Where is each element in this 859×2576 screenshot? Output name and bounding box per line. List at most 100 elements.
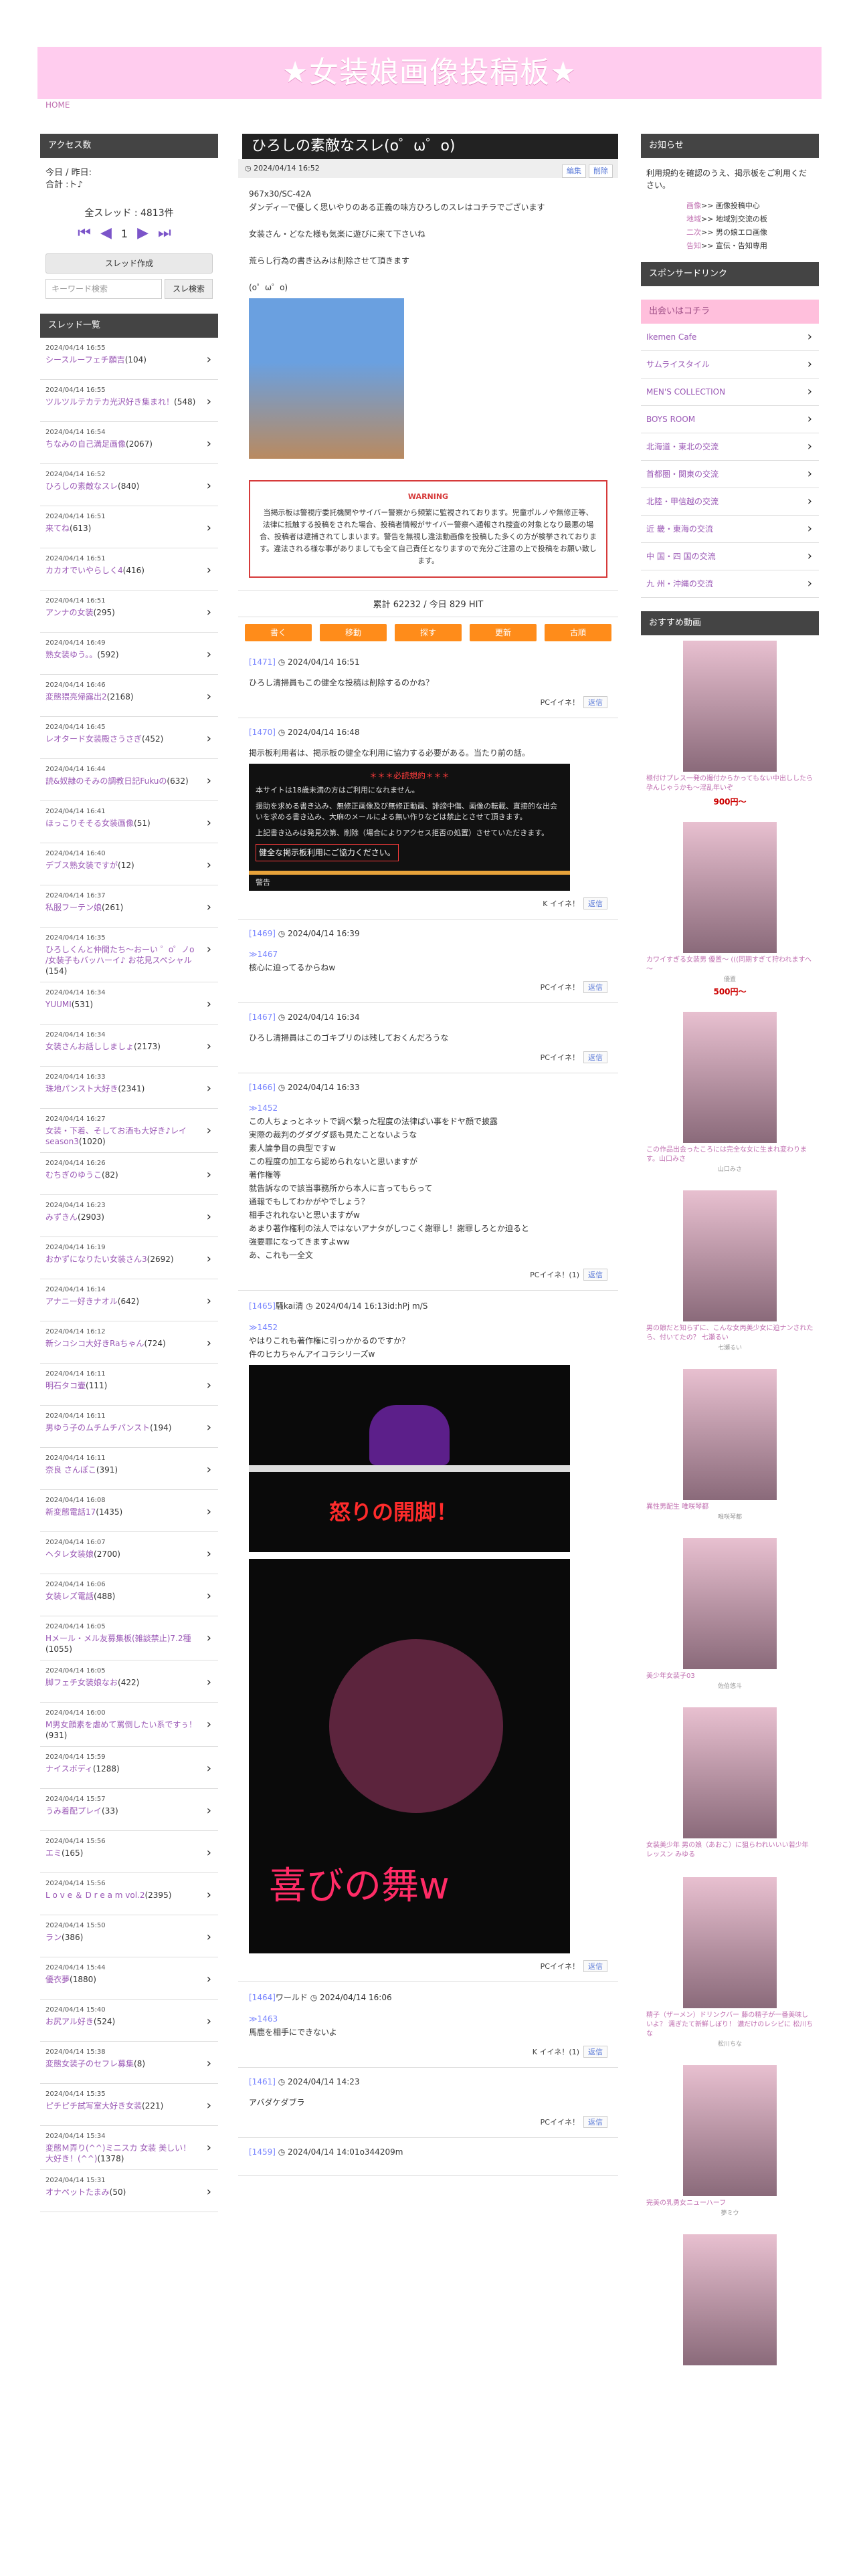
reply-button[interactable]: 返信 [583, 696, 607, 708]
video-item[interactable]: 男の娘だと知らずに、こんな女丙美少女に迫ナンされたら、付いてたの？ 七瀬るい 七瀬… [641, 1185, 819, 1364]
meet-link[interactable]: MEN'S COLLECTION › [641, 379, 819, 406]
list-item[interactable]: 2024/04/14 16:37 私服フーテン娘(261) › [40, 885, 218, 928]
thread-title[interactable]: 新変態電話17(1435) [45, 1507, 198, 1517]
board-key[interactable]: 画像 [686, 201, 701, 210]
video-caption[interactable]: 完美の乳勇女ニューハーフ [646, 2199, 814, 2208]
action-button[interactable]: 更新 [470, 624, 537, 641]
thread-title[interactable]: むちぎのゆうこ(82) [45, 1170, 198, 1180]
thread-title-text[interactable]: ピチピチ試写室大好き女装 [45, 2101, 142, 2111]
action-button[interactable]: 探す [395, 624, 462, 641]
meet-link[interactable]: 中 国・四 国の交流 › [641, 543, 819, 570]
thread-title-text[interactable]: みずきん [45, 1212, 78, 1222]
thread-title-text[interactable]: お尻アル好き [45, 2017, 94, 2026]
edit-button[interactable]: 編集 [562, 165, 586, 178]
board-key[interactable]: 告知 [686, 241, 701, 250]
thread-title-text[interactable]: 女装さんお話ししましょ [45, 1042, 134, 1051]
list-item[interactable]: 2024/04/14 15:34 変態Ｍ弄り(^^)ミニスカ 女装 美しい！ 大好… [40, 2126, 218, 2170]
list-item[interactable]: 2024/04/14 16:51 アンナの女装(295) › [40, 591, 218, 633]
post-number[interactable]: [1461] [249, 2077, 276, 2086]
meet-link-label[interactable]: MEN'S COLLECTION [646, 387, 725, 397]
thread-title-text[interactable]: ラン [45, 1933, 62, 1942]
like-button[interactable]: PCイイネ！ [541, 2118, 579, 2127]
like-button[interactable]: PCイイネ！(1) [530, 1271, 579, 1279]
reply-button[interactable]: 返信 [583, 1960, 607, 1972]
thread-title[interactable]: デブス熟女装ですが(12) [45, 860, 198, 871]
like-button[interactable]: K イイネ！ [543, 899, 579, 908]
list-item[interactable]: 2024/04/14 15:35 ピチピチ試写室大好き女装(221) › [40, 2084, 218, 2126]
video-caption[interactable]: 美少年女装子03 [646, 1672, 814, 1681]
meet-link[interactable]: 九 州・沖縄の交流 › [641, 570, 819, 598]
thread-title-text[interactable]: 私服フーテン娘 [45, 903, 102, 912]
board-key[interactable]: 二次 [686, 228, 701, 237]
next-page-icon[interactable]: ▶ [137, 225, 158, 241]
thread-title-text[interactable]: 明石タコ壷 [45, 1381, 86, 1390]
thread-title[interactable]: 脚フェチ女装娘なお(422) [45, 1677, 198, 1688]
list-item[interactable]: 2024/04/14 16:41 ほっこりそそる女装画像(51) › [40, 801, 218, 843]
post-number[interactable]: [1467] [249, 1012, 276, 1022]
list-item[interactable]: 2024/04/14 16:07 ヘタレ女装娘(2700) › [40, 1532, 218, 1574]
list-item[interactable]: 2024/04/14 16:11 奈良 さんぽこ(391) › [40, 1448, 218, 1490]
list-item[interactable]: 2024/04/14 16:12 新シコシコ大好きRaちゃん(724) › [40, 1321, 218, 1364]
like-button[interactable]: PCイイネ！ [541, 1053, 579, 1062]
post-number[interactable]: [1465] [249, 1301, 276, 1311]
video-thumbnail[interactable] [683, 1190, 777, 1321]
list-item[interactable]: 2024/04/14 16:35 ひろしくんと仲間たち〜おーい ゜ο゜ノo /女装… [40, 928, 218, 982]
list-item[interactable]: 2024/04/14 15:38 変態女装子のセフレ募集(8) › [40, 2042, 218, 2084]
meet-link[interactable]: 北海道・東北の交流 › [641, 433, 819, 461]
video-thumbnail[interactable] [683, 1538, 777, 1669]
list-item[interactable]: 2024/04/14 16:11 明石タコ壷(111) › [40, 1364, 218, 1406]
last-page-icon[interactable]: ⏭ [158, 225, 181, 241]
video-item[interactable]: 極付けプレス一発の撮付からかってもない中出ししたら孕んじゃうかも～淫乱年いぞ 90… [641, 635, 819, 817]
site-title[interactable]: ★女装娘画像投稿板★ [37, 47, 822, 99]
thread-title[interactable]: 読&奴隷のそみの調教日記Fukuの(632) [45, 776, 198, 786]
first-page-icon[interactable]: ⏮ [78, 225, 100, 241]
video-item[interactable]: 精子（ザーメン）ドリンクバー 藤の精子が一番美味しいよ？ 濡ぎたて新鮮しぼり！ … [641, 1872, 819, 2060]
video-item[interactable]: 異性男配生 唯咲琴都 唯咲琴都 [641, 1364, 819, 1533]
topic-photo[interactable] [249, 298, 404, 459]
board-link[interactable]: 画像>> 画像投稿中心 [686, 199, 814, 213]
thread-title-text[interactable]: レオタード女装殿さうさぎ [45, 734, 142, 744]
thread-title-text[interactable]: 女装レズ電話 [45, 1592, 94, 1601]
thread-title[interactable]: 珠地パンスト大好き(2341) [45, 1083, 198, 1094]
thread-title-text[interactable]: 新変態電話17 [45, 1507, 96, 1517]
list-item[interactable]: 2024/04/14 16:11 男ゆう子のムチムチパンスト(194) › [40, 1406, 218, 1448]
video-item[interactable]: カワイすぎる女装男 優置～ (((同期すぎて狩われますへ～ 優置 500円～ [641, 817, 819, 1006]
post-number[interactable]: [1469] [249, 929, 276, 938]
list-item[interactable]: 2024/04/14 16:33 珠地パンスト大好き(2341) › [40, 1067, 218, 1109]
thread-title[interactable]: 新シコシコ大好きRaちゃん(724) [45, 1338, 198, 1349]
thread-title[interactable]: オナペットたまみ(50) [45, 2187, 198, 2197]
meet-link-label[interactable]: 中 国・四 国の交流 [646, 552, 716, 561]
list-item[interactable]: 2024/04/14 16:55 ツルツルテカテカ光沢好き集まれ！(548) › [40, 380, 218, 422]
list-item[interactable]: 2024/04/14 15:31 オナペットたまみ(50) › [40, 2170, 218, 2212]
list-item[interactable]: 2024/04/14 15:56 エミ(165) › [40, 1831, 218, 1873]
meet-link-label[interactable]: 北海道・東北の交流 [646, 442, 719, 451]
thread-title-text[interactable]: L o v e ＆ D r e a m vol.2 [45, 1891, 145, 1900]
list-item[interactable]: 2024/04/14 16:44 読&奴隷のそみの調教日記Fukuの(632) › [40, 759, 218, 801]
list-item[interactable]: 2024/04/14 15:40 お尻アル好き(524) › [40, 2000, 218, 2042]
thread-title[interactable]: 変態Ｍ弄り(^^)ミニスカ 女装 美しい！ 大好き！(^^)(1378) [45, 2143, 198, 2164]
thread-title-text[interactable]: M男女顔素を虐めて罵倒したい系ですぅ！ [45, 1720, 197, 1729]
meet-link-label[interactable]: 近 畿・東海の交流 [646, 524, 713, 534]
thread-title[interactable]: ほっこりそそる女装画像(51) [45, 818, 198, 829]
meet-link[interactable]: 首都圏・関東の交流 › [641, 461, 819, 488]
list-item[interactable]: 2024/04/14 16:26 むちぎのゆうこ(82) › [40, 1153, 218, 1195]
video-thumbnail[interactable] [683, 1877, 777, 2008]
video-thumbnail[interactable] [683, 641, 777, 772]
thread-title[interactable]: YUUMI(531) [45, 999, 198, 1010]
like-button[interactable]: K イイネ！(1) [533, 2048, 579, 2056]
thread-title-text[interactable]: アンナの女装 [45, 608, 94, 617]
thread-title-text[interactable]: ナイスボディ [45, 1764, 93, 1774]
meet-link-label[interactable]: BOYS ROOM [646, 415, 695, 424]
thread-title-text[interactable]: シースルーフェチ願吉 [45, 355, 125, 364]
video-caption[interactable]: 男の娘だと知らずに、こんな女丙美少女に迫ナンされたら、付いてたの？ 七瀬るい [646, 1324, 814, 1343]
thread-title[interactable]: おかずになりたい女装さん3(2692) [45, 1254, 198, 1265]
thread-title[interactable]: 熟女装ゆう。。(592) [45, 649, 198, 660]
thread-title-text[interactable]: 読&奴隷のそみの調教日記Fukuの [45, 776, 167, 786]
board-link[interactable]: 地域>> 地域別交流の板 [686, 213, 814, 226]
thread-title-text[interactable]: 新シコシコ大好きRaちゃん [45, 1339, 144, 1348]
video-item[interactable]: 美少年女装子03 佐伯悠斗 [641, 1533, 819, 1702]
thread-title[interactable]: ピチピチ試写室大好き女装(221) [45, 2101, 198, 2111]
board-key[interactable]: 地域 [686, 215, 701, 223]
thread-title-text[interactable]: Hメール・メル友募集板(雑談禁止)7.2種 [45, 1634, 191, 1643]
meet-link-label[interactable]: 首都圏・関東の交流 [646, 469, 719, 479]
